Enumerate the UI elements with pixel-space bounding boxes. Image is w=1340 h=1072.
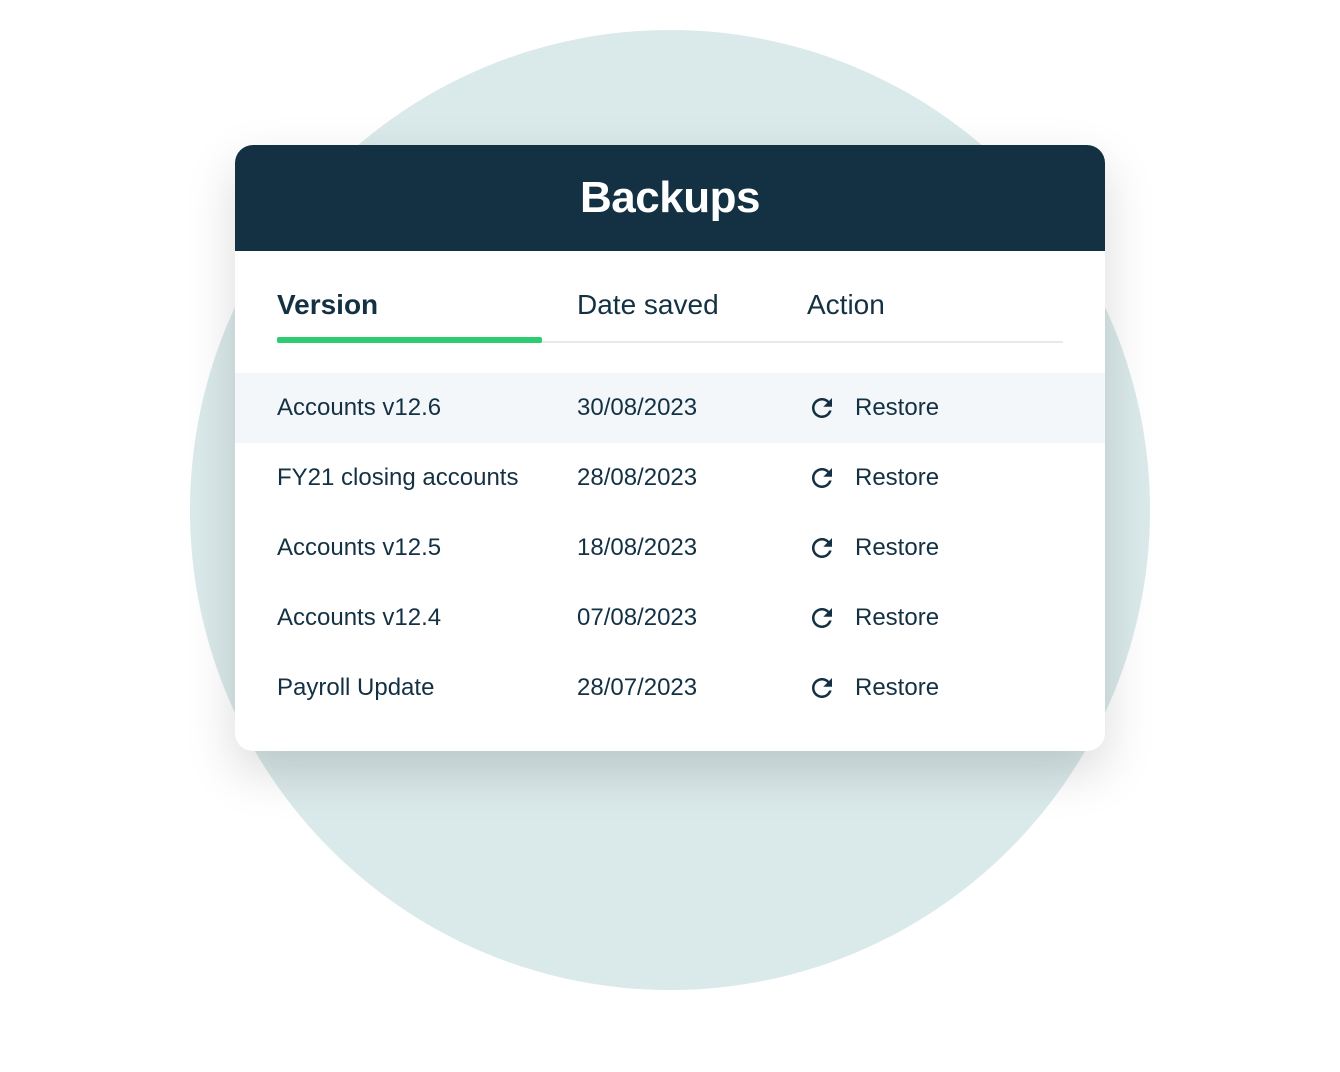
table-row: Accounts v12.4 07/08/2023 Restore [235, 583, 1105, 653]
restore-button[interactable]: Restore [807, 603, 1063, 633]
active-sort-indicator [277, 337, 542, 343]
cell-version: Accounts v12.5 [277, 534, 577, 562]
table-header-row: Version Date saved Action [277, 251, 1063, 343]
backups-table: Version Date saved Action Accounts v12.6… [235, 251, 1105, 751]
card-title: Backups [235, 145, 1105, 251]
table-row: Accounts v12.6 30/08/2023 Restore [235, 373, 1105, 443]
column-header-version[interactable]: Version [277, 289, 577, 321]
restore-button[interactable]: Restore [807, 673, 1063, 703]
restore-label: Restore [855, 464, 939, 492]
column-header-action: Action [807, 289, 1063, 321]
restore-button[interactable]: Restore [807, 393, 1063, 423]
cell-version: Payroll Update [277, 674, 577, 702]
table-row: Payroll Update 28/07/2023 Restore [235, 653, 1105, 723]
cell-date: 28/07/2023 [577, 674, 807, 702]
table-row: FY21 closing accounts 28/08/2023 Restore [235, 443, 1105, 513]
restore-label: Restore [855, 534, 939, 562]
refresh-icon [807, 463, 837, 493]
refresh-icon [807, 673, 837, 703]
table-row: Accounts v12.5 18/08/2023 Restore [235, 513, 1105, 583]
cell-version: FY21 closing accounts [277, 464, 577, 492]
column-header-date-saved[interactable]: Date saved [577, 289, 807, 321]
refresh-icon [807, 533, 837, 563]
cell-date: 18/08/2023 [577, 534, 807, 562]
restore-button[interactable]: Restore [807, 533, 1063, 563]
cell-date: 30/08/2023 [577, 394, 807, 422]
restore-button[interactable]: Restore [807, 463, 1063, 493]
cell-version: Accounts v12.4 [277, 604, 577, 632]
restore-label: Restore [855, 674, 939, 702]
restore-label: Restore [855, 604, 939, 632]
backups-card: Backups Version Date saved Action Accoun… [235, 145, 1105, 751]
table-body: Accounts v12.6 30/08/2023 Restore FY21 c… [277, 373, 1063, 723]
refresh-icon [807, 603, 837, 633]
cell-version: Accounts v12.6 [277, 394, 577, 422]
refresh-icon [807, 393, 837, 423]
cell-date: 07/08/2023 [577, 604, 807, 632]
cell-date: 28/08/2023 [577, 464, 807, 492]
restore-label: Restore [855, 394, 939, 422]
